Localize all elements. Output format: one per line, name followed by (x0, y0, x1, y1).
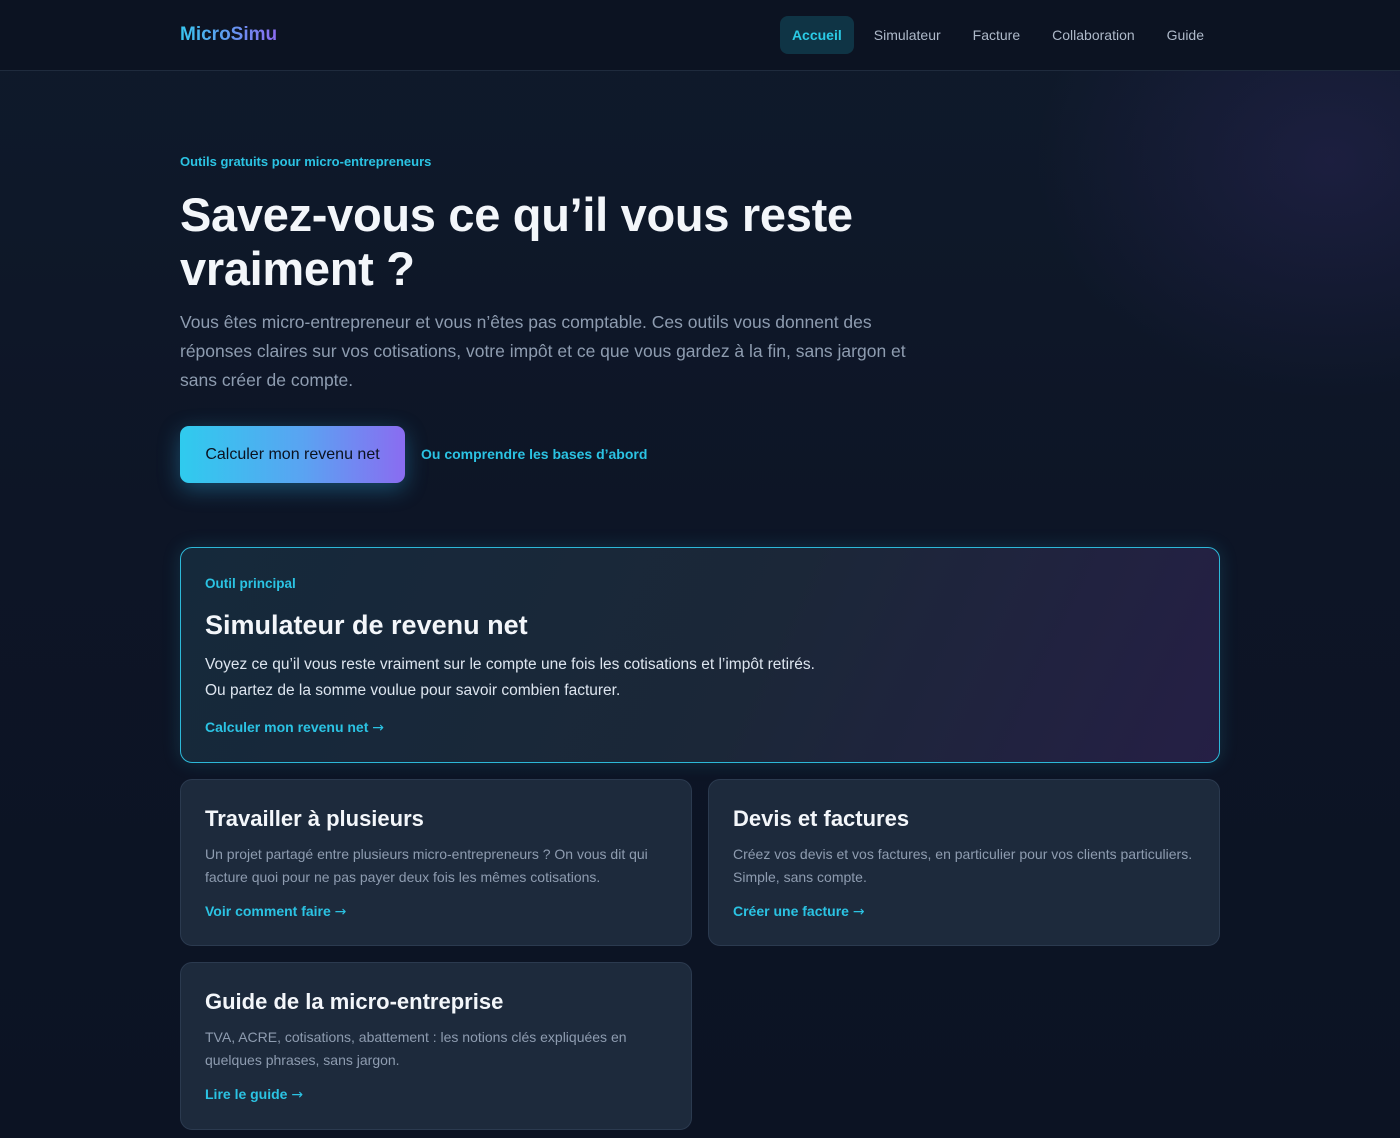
hero-title: Savez-vous ce qu’il vous reste vraiment … (180, 188, 853, 295)
guide-card-title: Guide de la micro-entreprise (205, 989, 504, 1014)
arrow-right-icon: → (291, 1087, 304, 1103)
collaboration-card-link-label: Voir comment faire (205, 903, 331, 919)
collaboration-card-link[interactable]: Voir comment faire → (205, 903, 346, 920)
guide-card[interactable]: Guide de la micro-entreprise TVA, ACRE, … (180, 962, 692, 1130)
top-navigation-bar: MicroSimu Accueil Simulateur Facture Col… (0, 0, 1400, 71)
invoice-card-description: Créez vos devis et vos factures, en part… (733, 846, 1193, 885)
collaboration-card-description: Un projet partagé entre plusieurs micro-… (205, 846, 648, 885)
guide-card-link[interactable]: Lire le guide → (205, 1086, 303, 1103)
nav-item-simulateur[interactable]: Simulateur (858, 16, 957, 54)
arrow-right-icon: → (334, 904, 347, 920)
nav-item-guide[interactable]: Guide (1151, 16, 1220, 54)
nav-item-facture[interactable]: Facture (957, 16, 1036, 54)
arrow-right-icon: → (852, 904, 865, 920)
collaboration-card-title: Travailler à plusieurs (205, 806, 424, 831)
main-nav: Accueil Simulateur Facture Collaboration… (779, 16, 1220, 54)
hero-lead: Vous êtes micro-entrepreneur et vous n’ê… (180, 312, 906, 390)
nav-item-collaboration[interactable]: Collaboration (1036, 16, 1151, 54)
calculate-net-income-button[interactable]: Calculer mon revenu net (180, 426, 405, 483)
main-tool-link-label: Calculer mon revenu net (205, 719, 369, 735)
site-logo[interactable]: MicroSimu (180, 24, 277, 46)
main-tool-title: Simulateur de revenu net (205, 610, 528, 640)
learn-basics-link[interactable]: Ou comprendre les bases d’abord (421, 446, 647, 462)
hero-eyebrow: Outils gratuits pour micro-entrepreneurs (180, 154, 432, 169)
main-tool-tag: Outil principal (205, 576, 296, 591)
main-tool-description: Voyez ce qu’il vous reste vraiment sur l… (205, 652, 1105, 704)
guide-card-description: TVA, ACRE, cotisations, abattement : les… (205, 1029, 627, 1068)
collaboration-card[interactable]: Travailler à plusieurs Un projet partagé… (180, 779, 692, 946)
main-tool-desc-line2: Ou partez de la somme voulue pour savoir… (205, 682, 621, 699)
nav-item-accueil[interactable]: Accueil (779, 16, 854, 54)
main-tool-card[interactable]: Outil principal Simulateur de revenu net… (180, 547, 1220, 763)
guide-card-link-label: Lire le guide (205, 1086, 288, 1102)
arrow-right-icon: → (372, 720, 385, 736)
invoice-card-link[interactable]: Créer une facture → (733, 903, 865, 920)
main-tool-link[interactable]: Calculer mon revenu net → (205, 719, 384, 736)
invoice-card-title: Devis et factures (733, 806, 910, 831)
invoice-card-link-label: Créer une facture (733, 903, 849, 919)
main-tool-desc-line1: Voyez ce qu’il vous reste vraiment sur l… (205, 656, 815, 673)
invoice-card[interactable]: Devis et factures Créez vos devis et vos… (708, 779, 1220, 946)
